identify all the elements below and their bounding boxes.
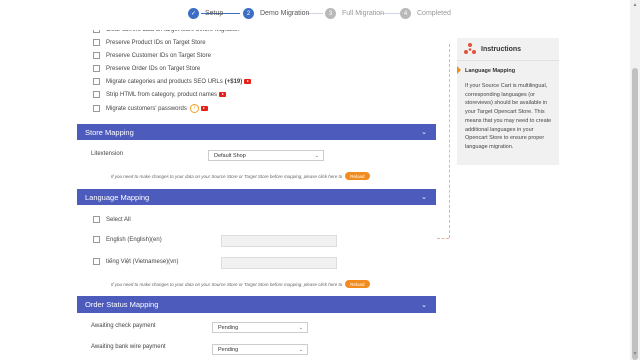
- select-value: Pending: [218, 324, 239, 331]
- scroll-up-arrow-icon[interactable]: ▲: [632, 2, 638, 8]
- checkbox[interactable]: [93, 216, 100, 223]
- language-row-english[interactable]: English (English)(en): [93, 236, 162, 243]
- hint-text: If you need to make changes to your data…: [111, 281, 343, 287]
- checkbox[interactable]: [93, 65, 100, 72]
- option-label: Preserve Customer IDs on Target Store: [106, 52, 211, 59]
- chevron-down-icon: ⌄: [314, 152, 319, 159]
- select-value: Pending: [218, 346, 239, 353]
- scrollbar-thumb[interactable]: [632, 68, 638, 360]
- option-label: Migrate categories and products SEO URLs: [106, 78, 223, 85]
- chevron-down-icon[interactable]: ⌄: [421, 128, 427, 136]
- option-label: Preserve Order IDs on Target Store: [106, 65, 201, 72]
- migration-stepper: ✓ Setup 2 Demo Migration 3 Full Migratio…: [0, 0, 630, 30]
- select-value: Default Shop: [214, 152, 246, 159]
- youtube-play-icon[interactable]: [244, 79, 252, 84]
- store-mapping-hint: If you need to make changes to your data…: [111, 172, 370, 180]
- step-number: 4: [400, 8, 411, 19]
- option-preserve-customer-ids[interactable]: Preserve Customer IDs on Target Store: [93, 52, 211, 59]
- store-mapping-header[interactable]: Store Mapping ⌄: [77, 124, 436, 140]
- step-full-migration[interactable]: 3 Full Migration: [325, 8, 384, 19]
- chevron-down-icon[interactable]: ⌄: [421, 301, 427, 309]
- checkbox[interactable]: [93, 105, 100, 112]
- order-status-label: Awaiting bank wire payment: [91, 344, 166, 350]
- scroll-down-arrow-icon[interactable]: ▼: [632, 351, 638, 357]
- section-title: Store Mapping: [85, 127, 134, 137]
- youtube-play-icon[interactable]: [200, 106, 208, 111]
- section-title: Language Mapping: [85, 192, 150, 202]
- chevron-down-icon[interactable]: ⌄: [421, 193, 427, 201]
- instructions-title: Instructions: [481, 45, 522, 53]
- step-label: Setup: [205, 10, 224, 17]
- language-target-input[interactable]: [221, 235, 337, 247]
- language-mapping-header[interactable]: Language Mapping ⌄: [77, 189, 436, 205]
- step-demo-migration[interactable]: 2 Demo Migration: [243, 8, 309, 19]
- step-setup[interactable]: ✓ Setup: [188, 8, 223, 19]
- order-status-select[interactable]: Pending ⌄: [212, 344, 308, 355]
- price-tag: (+$19): [224, 78, 243, 85]
- main-content: Clear current data on target store befor…: [0, 0, 630, 360]
- section-title: Order Status Mapping: [85, 300, 159, 309]
- store-select[interactable]: Default Shop ⌄: [208, 150, 324, 161]
- order-status-select[interactable]: Pending ⌄: [212, 322, 308, 333]
- step-label: Full Migration: [342, 10, 385, 17]
- option-migrate-seo-urls[interactable]: Migrate categories and products SEO URLs…: [93, 78, 252, 85]
- check-icon: ✓: [188, 8, 199, 19]
- step-label: Demo Migration: [260, 10, 310, 17]
- step-number: 3: [325, 8, 336, 19]
- checkbox[interactable]: [93, 236, 100, 243]
- checkbox[interactable]: [93, 258, 100, 265]
- language-target-input[interactable]: [221, 257, 337, 269]
- instructions-text: If your Source Cart is multilingual, cor…: [465, 83, 552, 150]
- option-label: Strip HTML from category, product names: [106, 91, 218, 98]
- chevron-down-icon: ⌄: [298, 324, 303, 331]
- info-icon[interactable]: i: [189, 104, 199, 113]
- language-label: English (English)(en): [106, 236, 162, 243]
- order-status-label: Awaiting check payment: [91, 323, 156, 329]
- reload-button[interactable]: Reload: [345, 172, 370, 180]
- option-preserve-product-ids[interactable]: Preserve Product IDs on Target Store: [93, 39, 206, 46]
- option-label: Migrate customers' passwords: [106, 105, 187, 112]
- checkbox[interactable]: [93, 78, 100, 85]
- select-all-languages[interactable]: Select All: [93, 216, 131, 223]
- network-icon: [464, 43, 476, 54]
- instructions-panel: Instructions Language Mapping If your So…: [457, 38, 559, 165]
- instructions-header: Instructions: [457, 38, 559, 61]
- store-label: Litextension: [91, 151, 124, 157]
- youtube-play-icon[interactable]: [219, 92, 227, 97]
- instructions-subtitle: Language Mapping: [465, 68, 516, 74]
- vertical-scrollbar[interactable]: ▲ ▼: [630, 0, 640, 360]
- option-label: Select All: [106, 216, 131, 223]
- option-preserve-order-ids[interactable]: Preserve Order IDs on Target Store: [93, 65, 200, 72]
- hint-text: If you need to make changes to your data…: [111, 173, 343, 179]
- option-migrate-passwords[interactable]: Migrate customers' passwords i: [93, 104, 208, 113]
- language-label: tiếng Việt (Vietnamese)(vn): [106, 258, 179, 265]
- checkbox[interactable]: [93, 91, 100, 98]
- language-row-vietnamese[interactable]: tiếng Việt (Vietnamese)(vn): [93, 258, 178, 265]
- active-marker: [457, 66, 461, 74]
- checkbox[interactable]: [93, 52, 100, 59]
- connector-line: [437, 238, 449, 240]
- option-label: Preserve Product IDs on Target Store: [106, 39, 206, 46]
- step-label: Completed: [417, 10, 451, 17]
- step-number: 2: [243, 8, 254, 19]
- checkbox[interactable]: [93, 39, 100, 46]
- connector-line: [449, 44, 451, 238]
- step-completed[interactable]: 4 Completed: [400, 8, 451, 19]
- option-strip-html[interactable]: Strip HTML from category, product names: [93, 91, 227, 98]
- language-mapping-hint: If you need to make changes to your data…: [111, 280, 370, 288]
- chevron-down-icon: ⌄: [298, 346, 303, 353]
- reload-button[interactable]: Reload: [345, 280, 370, 288]
- order-status-mapping-header[interactable]: Order Status Mapping ⌄: [77, 296, 436, 313]
